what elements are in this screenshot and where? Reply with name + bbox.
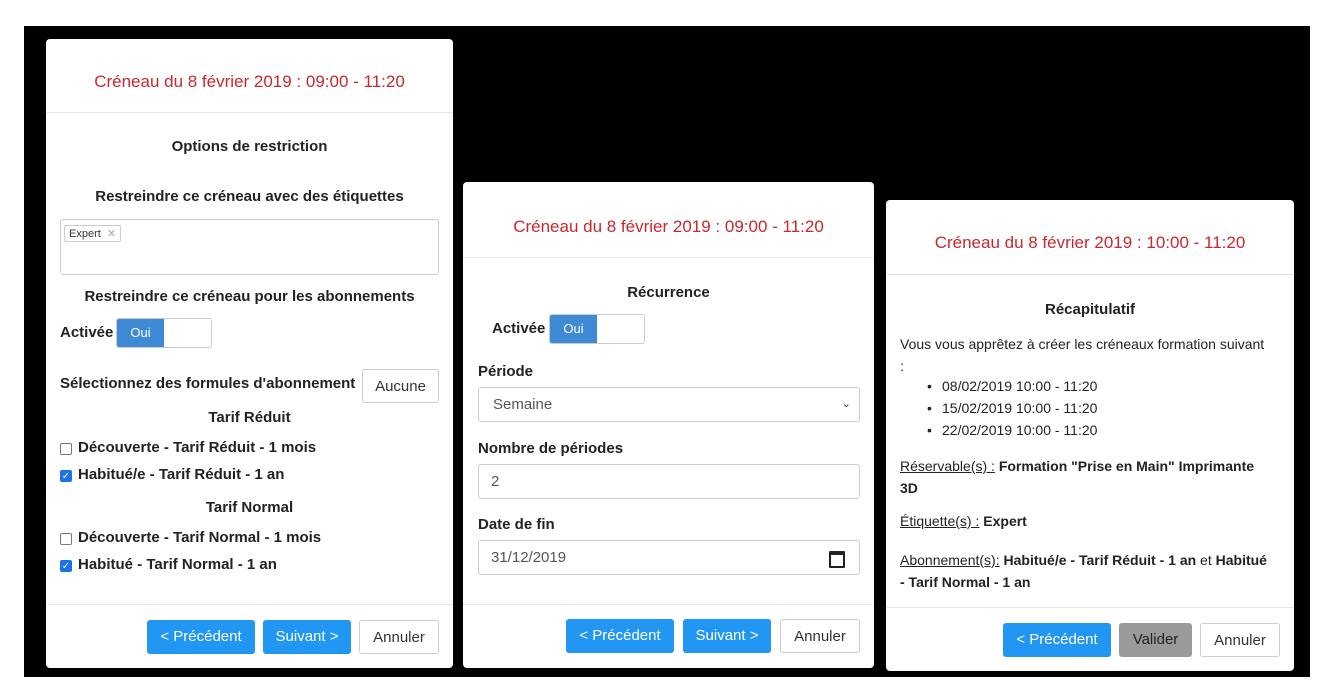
subscriptions-label: Abonnement(s): xyxy=(900,552,1000,568)
recurrence-toggle[interactable]: Oui xyxy=(549,314,645,344)
slot-list-item: 08/02/2019 10:00 - 11:20 xyxy=(927,378,1097,394)
checkbox[interactable] xyxy=(60,533,72,545)
next-button[interactable]: Suivant > xyxy=(263,620,351,654)
cancel-button[interactable]: Annuler xyxy=(780,619,860,653)
reservable-label: Réservable(s) : xyxy=(900,458,995,474)
previous-button[interactable]: < Précédent xyxy=(147,620,255,654)
summary-intro: Vous vous apprêtez à créer les créneaux … xyxy=(900,336,1265,374)
section-title: Récurrence xyxy=(627,284,710,301)
cancel-button[interactable]: Annuler xyxy=(1200,623,1280,657)
checkbox[interactable] xyxy=(60,443,72,455)
previous-button[interactable]: < Précédent xyxy=(566,619,674,653)
remove-tag-icon[interactable]: ✕ xyxy=(107,228,116,240)
activated-label: Activée xyxy=(492,320,546,337)
chevron-down-icon: ⌄ xyxy=(841,398,851,410)
divider xyxy=(46,604,453,605)
divider xyxy=(463,257,874,258)
tag-label: Expert xyxy=(69,228,101,240)
section-title: Options de restriction xyxy=(171,138,328,155)
end-date-label: Date de fin xyxy=(478,516,555,533)
tags-label: Restreindre ce créneau avec des étiquett… xyxy=(95,188,404,205)
activated-label: Activée xyxy=(60,324,114,341)
tags-input[interactable]: Expert ✕ xyxy=(60,219,439,275)
restriction-options-modal: Créneau du 8 février 2019 : 09:00 - 11:2… xyxy=(46,39,453,668)
subscriptions-label: Restreindre ce créneau pour les abonneme… xyxy=(84,288,415,305)
tag-chip: Expert ✕ xyxy=(64,225,122,242)
conjunction: et xyxy=(1200,552,1212,568)
reservable-summary: Réservable(s) : Formation "Prise en Main… xyxy=(900,455,1270,499)
divider xyxy=(886,274,1294,275)
group-title: Tarif Normal xyxy=(205,499,294,516)
tags-value: Expert xyxy=(983,513,1027,529)
summary-modal: Créneau du 8 février 2019 : 10:00 - 11:2… xyxy=(886,200,1294,671)
divider xyxy=(463,604,874,605)
end-date-input[interactable]: 31/12/2019 xyxy=(478,540,860,575)
recurrence-modal: Créneau du 8 février 2019 : 09:00 - 11:2… xyxy=(463,182,874,668)
tags-label: Étiquette(s) : xyxy=(900,513,980,529)
section-title: Récapitulatif xyxy=(1044,301,1135,318)
slot-list-item: 15/02/2019 10:00 - 11:20 xyxy=(927,400,1097,416)
subscription-value: Habitué/e - Tarif Réduit - 1 an xyxy=(1003,552,1197,568)
checkbox-label: Habitué/e - Tarif Réduit - 1 an xyxy=(78,466,285,483)
divider xyxy=(46,112,453,113)
period-value: Semaine xyxy=(493,396,553,413)
checkbox-label: Habitué - Tarif Normal - 1 an xyxy=(78,556,277,573)
end-date-value: 31/12/2019 xyxy=(491,549,567,566)
checkbox[interactable]: ✓ xyxy=(60,470,72,482)
tags-summary: Étiquette(s) : Expert xyxy=(900,513,1027,529)
none-button[interactable]: Aucune xyxy=(362,369,439,403)
toggle-on-label: Oui xyxy=(117,319,164,347)
period-label: Période xyxy=(478,363,534,380)
next-button[interactable]: Suivant > xyxy=(683,619,771,653)
modal-title: Créneau du 8 février 2019 : 10:00 - 11:2… xyxy=(934,233,1246,252)
subscriptions-summary: Abonnement(s): Habitué/e - Tarif Réduit … xyxy=(900,549,1275,593)
cancel-button[interactable]: Annuler xyxy=(359,620,439,654)
modal-title: Créneau du 8 février 2019 : 09:00 - 11:2… xyxy=(513,217,824,236)
select-formulas-label: Sélectionnez des formules d'abonnement xyxy=(60,375,356,392)
period-select[interactable]: Semaine ⌄ xyxy=(478,387,860,422)
checkbox-label: Découverte - Tarif Réduit - 1 mois xyxy=(78,439,317,456)
checkbox-label: Découverte - Tarif Normal - 1 mois xyxy=(78,529,322,546)
validate-button[interactable]: Valider xyxy=(1119,623,1192,657)
modal-title: Créneau du 8 février 2019 : 09:00 - 11:2… xyxy=(94,72,405,91)
subscriptions-toggle[interactable]: Oui xyxy=(116,318,212,348)
toggle-on-label: Oui xyxy=(550,315,597,343)
divider xyxy=(886,607,1294,608)
calendar-icon[interactable] xyxy=(829,551,845,568)
checkbox[interactable]: ✓ xyxy=(60,560,72,572)
count-label: Nombre de périodes xyxy=(478,440,624,457)
previous-button[interactable]: < Précédent xyxy=(1003,623,1111,657)
slot-list-item: 22/02/2019 10:00 - 11:20 xyxy=(927,422,1097,438)
group-title: Tarif Réduit xyxy=(208,409,291,426)
count-input[interactable]: 2 xyxy=(478,464,860,499)
